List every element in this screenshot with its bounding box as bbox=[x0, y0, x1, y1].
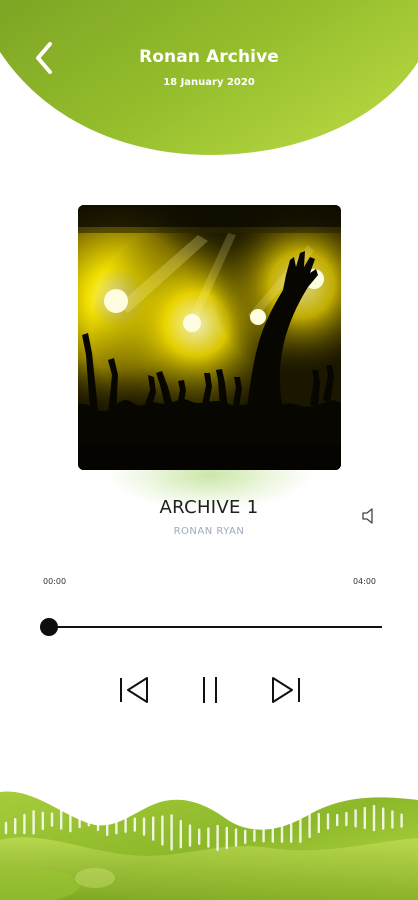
pause-button[interactable] bbox=[190, 672, 230, 708]
page-date: 18 January 2020 bbox=[163, 77, 255, 88]
pause-icon bbox=[203, 677, 217, 703]
seek-track bbox=[48, 626, 382, 628]
next-button[interactable] bbox=[266, 672, 306, 708]
seek-handle[interactable] bbox=[40, 618, 58, 636]
footer-background bbox=[0, 791, 418, 900]
previous-button[interactable] bbox=[114, 672, 154, 708]
track-title: ARCHIVE 1 bbox=[159, 497, 259, 518]
skip-previous-icon bbox=[120, 677, 148, 703]
volume-button[interactable] bbox=[360, 506, 380, 526]
album-artwork bbox=[78, 205, 341, 470]
speaker-icon bbox=[362, 508, 373, 524]
seek-bar[interactable] bbox=[40, 617, 382, 637]
track-artist: RONAN RYAN bbox=[173, 526, 245, 537]
elapsed-time: 00:00 bbox=[43, 577, 67, 586]
skip-next-icon bbox=[272, 677, 300, 703]
page-title: Ronan Archive bbox=[139, 47, 279, 67]
total-duration: 04:00 bbox=[352, 577, 376, 586]
